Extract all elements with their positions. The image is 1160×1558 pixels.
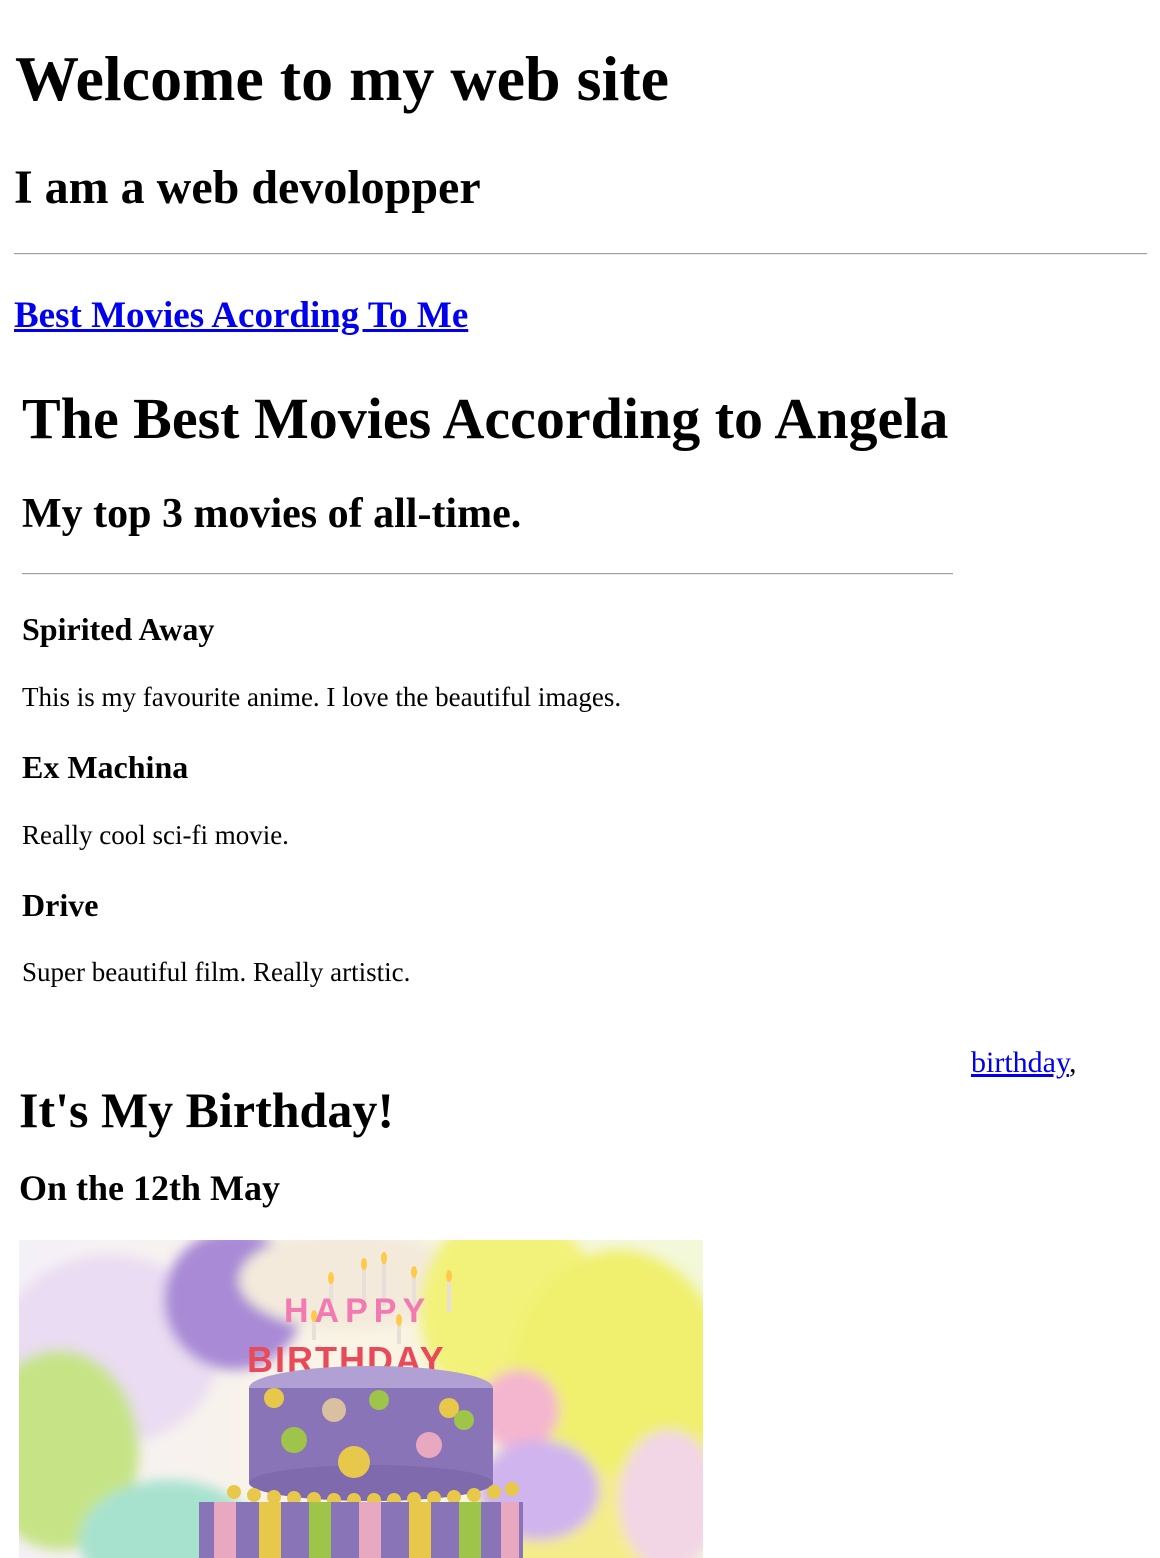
movies-divider bbox=[22, 573, 953, 575]
movie-description: Really cool sci-fi movie. bbox=[22, 820, 289, 850]
movie-title: Ex Machina bbox=[22, 749, 189, 785]
birthday-link[interactable]: birthday bbox=[971, 1046, 1069, 1079]
movies-link-heading: Best Movies Acording To Me bbox=[14, 295, 468, 338]
page-title: Welcome to my web site bbox=[15, 43, 670, 114]
birthday-cake-image: HAPPY BIRTHDAY bbox=[19, 1240, 703, 1558]
birthday-title: It's My Birthday! bbox=[19, 1082, 394, 1138]
header-divider bbox=[14, 253, 1147, 255]
movie-title: Drive bbox=[22, 887, 99, 923]
birthday-subtitle: On the 12th May bbox=[19, 1168, 280, 1208]
movies-section-subtitle: My top 3 movies of all-time. bbox=[22, 491, 522, 537]
movies-page-link[interactable]: Best Movies Acording To Me bbox=[14, 295, 468, 336]
birthday-link-comma: , bbox=[1069, 1046, 1077, 1079]
cake-text-happy: HAPPY bbox=[284, 1292, 431, 1330]
movie-description: This is my favourite anime. I love the b… bbox=[22, 682, 622, 712]
movie-title: Spirited Away bbox=[22, 611, 215, 647]
birthday-link-line: birthday, bbox=[971, 1046, 1077, 1080]
movies-section-title: The Best Movies According to Angela bbox=[22, 386, 949, 451]
page-subtitle: I am a web devolopper bbox=[14, 161, 481, 214]
movie-description: Super beautiful film. Really artistic. bbox=[22, 957, 411, 987]
